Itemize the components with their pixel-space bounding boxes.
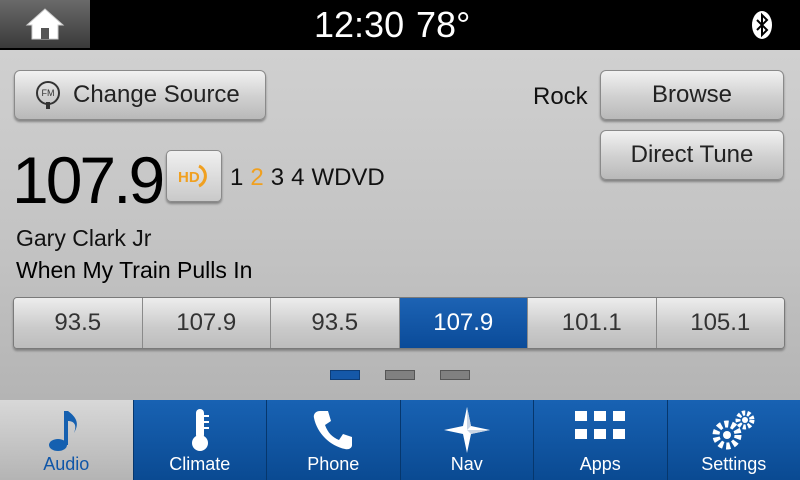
nav-audio[interactable]: Audio xyxy=(0,400,133,480)
hd-radio-button[interactable]: HD xyxy=(166,150,222,202)
hd-subchannels: 1 2 3 4 WDVD xyxy=(230,164,385,192)
subchannel-1[interactable]: 1 xyxy=(230,164,243,192)
nav-nav[interactable]: Nav xyxy=(399,400,533,480)
subchannel-4[interactable]: 4 xyxy=(291,164,304,192)
apps-grid-icon xyxy=(575,404,626,456)
bottom-nav: Audio Climate Phone Nav Apps Settings xyxy=(0,400,800,480)
gears-icon xyxy=(711,404,757,456)
hd-radio-icon: HD xyxy=(178,164,207,188)
home-button[interactable] xyxy=(0,0,92,48)
fm-radio-icon: FM xyxy=(36,81,60,109)
direct-tune-button[interactable]: Direct Tune xyxy=(600,130,784,180)
preset-button[interactable]: 101.1 xyxy=(528,298,657,348)
svg-text:FM: FM xyxy=(42,88,55,98)
svg-text:HD: HD xyxy=(178,169,200,186)
home-icon xyxy=(25,8,65,40)
compass-star-icon xyxy=(443,404,491,456)
audio-panel: FM Change Source Rock Browse Direct Tune… xyxy=(0,50,800,400)
page-dot[interactable] xyxy=(385,370,415,380)
preset-button[interactable]: 105.1 xyxy=(656,298,784,348)
thermometer-icon xyxy=(188,404,212,456)
nav-phone[interactable]: Phone xyxy=(266,400,400,480)
status-bar: 12:30 78° xyxy=(0,0,800,50)
station-frequency: 107.9 xyxy=(12,143,165,217)
clock: 12:30 xyxy=(314,4,405,45)
change-source-button[interactable]: FM Change Source xyxy=(14,70,266,120)
nav-label: Audio xyxy=(43,454,90,474)
phone-icon xyxy=(312,404,354,456)
nav-label: Climate xyxy=(169,454,231,474)
preset-page-indicator xyxy=(330,370,470,380)
change-source-label: Change Source xyxy=(73,81,240,108)
page-dot[interactable] xyxy=(330,370,360,380)
subchannel-3[interactable]: 3 xyxy=(271,164,284,192)
genre-label: Rock xyxy=(533,83,588,110)
subchannel-2[interactable]: 2 xyxy=(250,164,263,192)
preset-button[interactable]: 93.5 xyxy=(271,298,400,348)
nav-label: Settings xyxy=(701,454,767,474)
song-title: When My Train Pulls In xyxy=(16,257,253,283)
page-dot[interactable] xyxy=(440,370,470,380)
nav-climate[interactable]: Climate xyxy=(132,400,266,480)
artist-name: Gary Clark Jr xyxy=(16,225,152,251)
call-sign: WDVD xyxy=(311,164,385,191)
nav-settings[interactable]: Settings xyxy=(666,400,800,480)
nav-label: Phone xyxy=(307,454,360,474)
nav-label: Apps xyxy=(579,454,621,474)
browse-button[interactable]: Browse xyxy=(600,70,784,120)
preset-button[interactable]: 107.9 xyxy=(399,298,528,348)
bluetooth-icon xyxy=(752,11,772,39)
nav-apps[interactable]: Apps xyxy=(533,400,667,480)
nav-label: Nav xyxy=(450,454,483,474)
outside-temperature: 78° xyxy=(416,4,471,45)
music-note-icon xyxy=(46,404,86,456)
preset-button[interactable]: 107.9 xyxy=(142,298,271,348)
preset-button[interactable]: 93.5 xyxy=(14,298,143,348)
preset-bar: 93.5 107.9 93.5 107.9 101.1 105.1 xyxy=(13,297,785,349)
